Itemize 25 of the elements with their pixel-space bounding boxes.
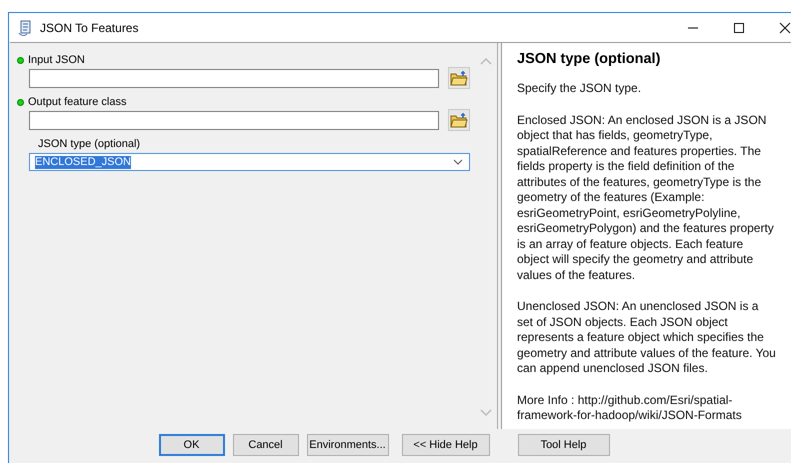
folder-icon <box>450 70 468 86</box>
folder-icon <box>450 112 468 128</box>
window-title: JSON To Features <box>40 20 138 34</box>
ok-button[interactable]: OK <box>158 434 224 456</box>
maximize-icon[interactable] <box>733 22 745 34</box>
close-icon[interactable] <box>779 22 791 34</box>
tool-help-button[interactable]: Tool Help <box>518 434 610 456</box>
parameter-label: Output feature class <box>28 96 126 108</box>
browse-button[interactable] <box>448 109 470 131</box>
cancel-button[interactable]: Cancel <box>232 434 298 456</box>
environments-button[interactable]: Environments... <box>306 434 388 456</box>
browse-button[interactable] <box>448 67 470 89</box>
help-title: JSON type (optional) <box>517 51 662 67</box>
parameter-label: JSON type (optional) <box>38 138 140 150</box>
help-paragraph: Specify the JSON type. <box>517 81 642 96</box>
help-paragraph: More Info : http://github.com/Esri/spatial-framework-for-hadoop/wiki/JSON-Formats <box>517 392 743 424</box>
path-field[interactable] <box>29 110 439 130</box>
help-paragraph: Unenclosed JSON: An unenclosed JSON is a set of JSON objects. Each JSON object represents a feature object which specifies the geometry and attribute values of the feature. You can append unenclosed JSON files. <box>517 299 777 376</box>
parameter-label: Input JSON <box>28 54 85 66</box>
help-paragraph: Enclosed JSON: An enclosed JSON is a JSON object that has fields, geometryType, spatialReference and features properties. The fields property is the field definition of the attributes of the features, geometryType is the geometry of the features (Example: esriGeometryPoint, esriGeometryPolyline, esriGeometryPolygon) and the features property is an array of feature objects. Each feature object will specify the geometry and attribute values of the features. <box>517 112 775 283</box>
hide-help-button[interactable]: << Hide Help <box>402 434 490 456</box>
chevron-down-icon <box>453 159 463 165</box>
dropdown-value: ENCLOSED_JSON <box>35 156 131 168</box>
path-field[interactable] <box>29 68 439 88</box>
dropdown-field[interactable]: ENCLOSED_JSON <box>29 153 470 171</box>
